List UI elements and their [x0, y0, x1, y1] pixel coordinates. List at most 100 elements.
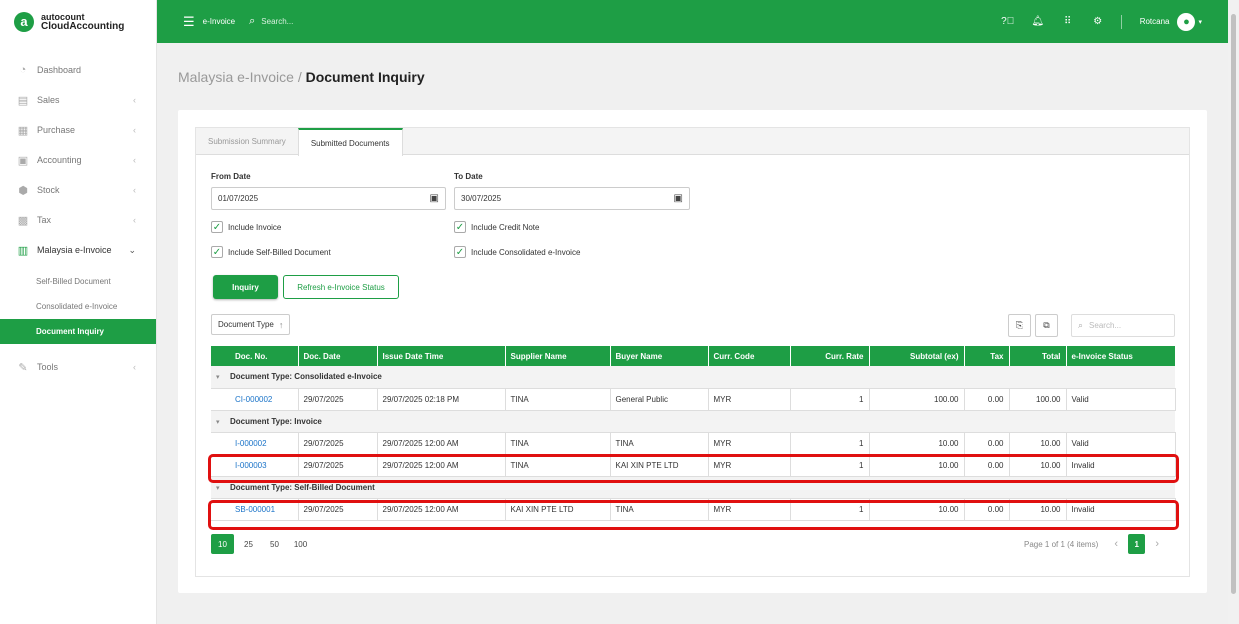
tab-bar: Submission Summary Submitted Documents: [196, 128, 1189, 156]
refresh-status-button[interactable]: Refresh e-Invoice Status: [283, 275, 399, 299]
page-size-option[interactable]: 100: [289, 534, 312, 554]
highlight-box: [208, 500, 1179, 530]
inquiry-button[interactable]: Inquiry: [213, 275, 278, 299]
sidebar-subitem-self-billed[interactable]: Self-Billed Document: [0, 269, 156, 294]
checkmark-icon[interactable]: ✓: [454, 246, 466, 258]
col-supplier-name[interactable]: Supplier Name: [505, 346, 611, 366]
calendar-icon[interactable]: ▣: [430, 193, 439, 204]
col-curr-rate[interactable]: Curr. Rate: [790, 346, 870, 366]
sidebar-item-purchase[interactable]: ▦ Purchase ‹: [0, 115, 156, 145]
to-date-field[interactable]: ▣: [454, 187, 690, 210]
search-icon[interactable]: ⌕: [249, 15, 255, 28]
group-title: Document Type: Self-Billed Document: [230, 482, 375, 492]
sidebar-item-malaysia-einvoice[interactable]: ▥ Malaysia e-Invoice ⌄: [0, 235, 156, 265]
checkmark-icon[interactable]: ✓: [211, 221, 223, 233]
group-title: Document Type: Invoice: [230, 416, 322, 426]
col-subtotal[interactable]: Subtotal (ex): [869, 346, 965, 366]
checkmark-icon[interactable]: ✓: [454, 221, 466, 233]
tab-submission-summary[interactable]: Submission Summary: [196, 128, 298, 155]
grid-search-input[interactable]: [1089, 321, 1160, 330]
sidebar-item-tax[interactable]: ▩ Tax ‹: [0, 205, 156, 235]
collapse-icon[interactable]: ▾: [216, 418, 230, 426]
sort-ascending-icon[interactable]: ↑: [279, 320, 284, 330]
group-row[interactable]: ▾ Document Type: Consolidated e-Invoice: [211, 366, 1175, 389]
chevron-right-icon[interactable]: ›: [1147, 538, 1167, 550]
col-buyer-name[interactable]: Buyer Name: [610, 346, 709, 366]
scrollbar-thumb[interactable]: [1231, 14, 1236, 594]
sidebar-item-sales[interactable]: ▤ Sales ‹: [0, 85, 156, 115]
gear-icon[interactable]: ⚙: [1091, 15, 1105, 29]
col-total[interactable]: Total: [1009, 346, 1067, 366]
to-date-input[interactable]: [461, 194, 674, 203]
group-cell: ▾ Document Type: Consolidated e-Invoice: [211, 366, 1175, 389]
col-einvoice-status[interactable]: e-Invoice Status: [1066, 346, 1176, 366]
page-number[interactable]: 1: [1128, 534, 1146, 554]
chevron-left-icon[interactable]: ‹: [1106, 538, 1126, 550]
column-chooser-icon[interactable]: ⧉: [1035, 314, 1058, 337]
page-size-option[interactable]: 50: [263, 534, 286, 554]
pagination: Page 1 of 1 (4 items) ‹ 1 ›: [1024, 534, 1167, 554]
col-doc-date[interactable]: Doc. Date: [298, 346, 378, 366]
include-invoice-checkbox[interactable]: ✓ Include Invoice: [211, 221, 281, 233]
chevron-down-icon: ⌄: [128, 244, 136, 255]
collapse-icon[interactable]: ▾: [216, 484, 230, 492]
page-size-option[interactable]: 25: [237, 534, 260, 554]
sidebar-item-label: Tools: [37, 362, 59, 372]
page-scrollbar[interactable]: [1228, 0, 1239, 624]
sidebar-item-dashboard[interactable]: ◔ Dashboard: [0, 55, 156, 85]
menu-icon[interactable]: ☰: [183, 14, 195, 30]
col-doc-no[interactable]: Doc. No.: [211, 346, 299, 366]
table-header-row: Doc. No. Doc. Date Issue Date Time Suppl…: [211, 346, 1176, 366]
table-row[interactable]: I-000002 29/07/2025 29/07/2025 12:00 AM TIN…: [211, 432, 1176, 455]
dashboard-icon: ◔: [19, 64, 27, 76]
topbar-search-input[interactable]: [261, 17, 462, 26]
table-row[interactable]: CI-000002 29/07/2025 29/07/2025 02:18 PM TI…: [211, 388, 1176, 411]
include-credit-note-checkbox[interactable]: ✓ Include Credit Note: [454, 221, 539, 233]
page-size-option[interactable]: 10: [211, 534, 234, 554]
sidebar-item-stock[interactable]: ⬢ Stock ‹: [0, 175, 156, 205]
doc-no-link[interactable]: I-000002: [235, 439, 267, 448]
table-cell: TINA: [505, 388, 611, 411]
sidebar-item-label: Purchase: [37, 125, 76, 135]
include-consolidated-checkbox[interactable]: ✓ Include Consolidated e-Invoice: [454, 246, 580, 258]
apps-grid-icon[interactable]: ⠿: [1061, 15, 1075, 29]
table-cell: CI-000002: [211, 388, 299, 411]
from-date-field[interactable]: ▣: [211, 187, 446, 210]
include-self-billed-checkbox[interactable]: ✓ Include Self-Billed Document: [211, 246, 331, 258]
chevron-down-icon[interactable]: ▾: [1198, 18, 1202, 26]
col-tax[interactable]: Tax: [964, 346, 1010, 366]
sidebar-item-tools[interactable]: ✎ Tools ‹: [0, 352, 156, 382]
from-date-label: From Date: [211, 172, 251, 181]
chevron-left-icon: ‹: [133, 362, 136, 372]
sidebar-item-accounting[interactable]: ▣ Accounting ‹: [0, 145, 156, 175]
tax-icon: ▩: [17, 214, 29, 227]
col-issue-date-time[interactable]: Issue Date Time: [377, 346, 506, 366]
page-size-selector: 10 25 50 100: [211, 534, 315, 554]
table-cell: General Public: [610, 388, 709, 411]
col-curr-code[interactable]: Curr. Code: [708, 346, 791, 366]
bell-icon[interactable]: 🔔︎: [1031, 15, 1045, 29]
tab-submitted-documents[interactable]: Submitted Documents: [297, 128, 403, 156]
breadcrumb-parent[interactable]: Malaysia e-Invoice /: [178, 69, 302, 85]
doc-no-link[interactable]: CI-000002: [235, 395, 272, 404]
grid-search-box[interactable]: ⌕: [1071, 314, 1175, 337]
checkmark-icon[interactable]: ✓: [211, 246, 223, 258]
user-name[interactable]: Rotcana: [1140, 17, 1170, 26]
topbar-title[interactable]: e-Invoice: [203, 17, 235, 26]
table-cell: 10.00: [869, 432, 965, 455]
sidebar-subitem-consolidated[interactable]: Consolidated e-Invoice: [0, 294, 156, 319]
avatar[interactable]: ●: [1177, 12, 1196, 31]
table-cell: 10.00: [1009, 432, 1067, 455]
export-excel-icon[interactable]: ⎘: [1008, 314, 1031, 337]
sidebar-subitem-document-inquiry[interactable]: Document Inquiry: [0, 319, 156, 344]
group-row[interactable]: ▾ Document Type: Invoice: [211, 410, 1175, 433]
calendar-icon[interactable]: ▣: [674, 193, 683, 204]
group-by-chip[interactable]: Document Type ↑: [211, 314, 291, 335]
collapse-icon[interactable]: ▾: [216, 373, 230, 381]
table-cell: 29/07/2025 12:00 AM: [377, 432, 506, 455]
brand[interactable]: a autocount CloudAccounting: [0, 0, 156, 43]
table-cell: MYR: [708, 388, 791, 411]
from-date-input[interactable]: [218, 194, 430, 203]
help-icon[interactable]: ?⃝: [1001, 15, 1015, 29]
table-cell: 29/07/2025: [298, 388, 378, 411]
